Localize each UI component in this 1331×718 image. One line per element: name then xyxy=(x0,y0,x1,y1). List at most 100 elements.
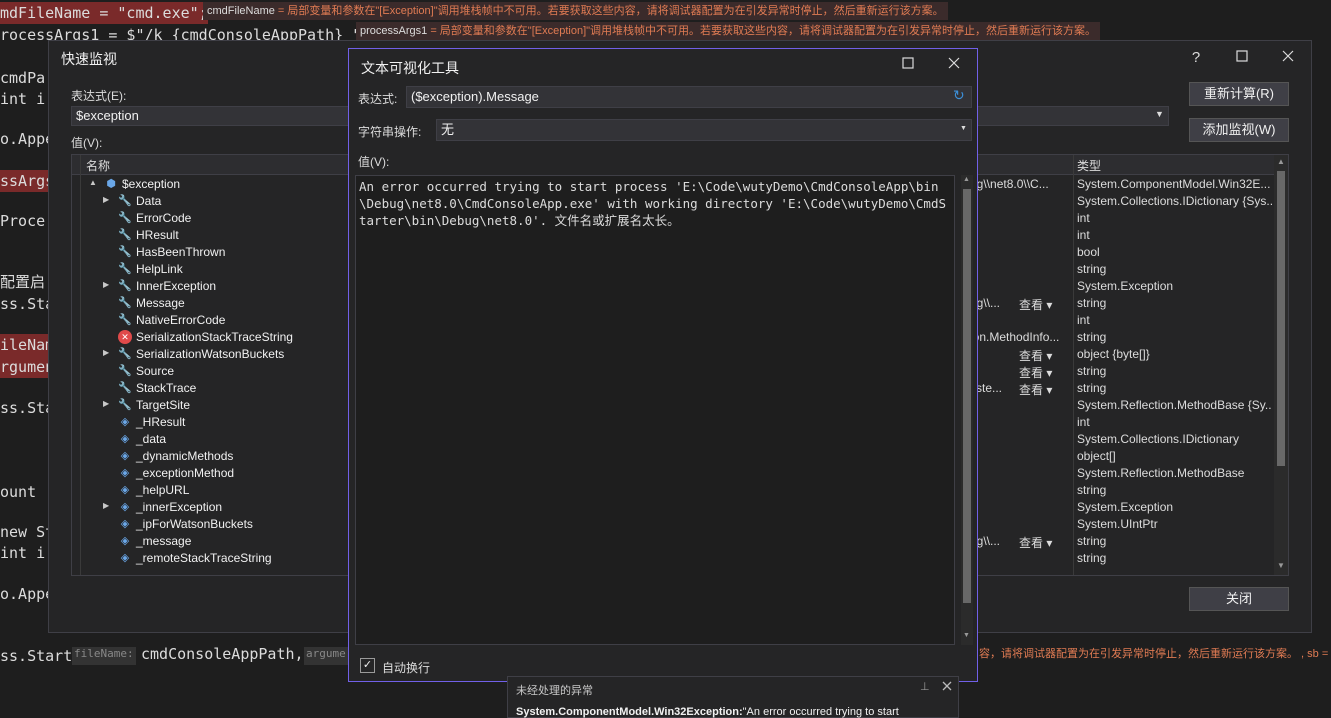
datatip-message: = 局部变量和参数在"[Exception]"调用堆栈帧中不可用。若要获取这些内… xyxy=(277,5,944,17)
view-visualizer-button[interactable]: 查看 ▾ xyxy=(1019,296,1053,313)
close-button[interactable]: 关闭 xyxy=(1189,587,1289,611)
close-icon xyxy=(948,57,960,69)
row-type: int xyxy=(1077,313,1090,327)
chevron-down-icon[interactable]: ▼ xyxy=(960,125,967,132)
code-argument: cmdConsoleAppPath, xyxy=(141,645,304,663)
column-header-type[interactable]: 类型 xyxy=(1077,157,1101,174)
row-name: NativeErrorCode xyxy=(136,313,226,327)
word-wrap-checkbox[interactable]: ✓ xyxy=(360,658,375,673)
expression-input[interactable]: ($exception).Message xyxy=(406,86,972,108)
view-visualizer-button[interactable]: 查看 ▾ xyxy=(1019,364,1053,381)
row-type: System.Reflection.MethodBase xyxy=(1077,466,1245,480)
maximize-button[interactable] xyxy=(1231,47,1253,69)
row-type: bool xyxy=(1077,245,1100,259)
column-header-name[interactable]: 名称 xyxy=(86,157,110,174)
wrench-icon: 🔧 xyxy=(118,195,132,207)
code-line: ount xyxy=(0,483,37,501)
scrollbar-thumb[interactable] xyxy=(963,189,971,603)
row-type: string xyxy=(1077,534,1107,548)
datatip-cmdfilename[interactable]: cmdFileName = 局部变量和参数在"[Exception]"调用堆栈帧… xyxy=(203,2,948,20)
scroll-up-icon[interactable]: ▲ xyxy=(1277,157,1285,166)
scrollbar-thumb[interactable] xyxy=(1277,171,1285,466)
scroll-down-icon[interactable]: ▼ xyxy=(1277,561,1285,570)
refresh-icon[interactable]: ↻ xyxy=(953,87,965,104)
recalculate-button[interactable]: 重新计算(R) xyxy=(1189,82,1289,106)
wrench-icon: 🔧 xyxy=(118,229,132,241)
expand-arrow-icon[interactable]: ▶ xyxy=(103,195,109,204)
row-name: InnerException xyxy=(136,279,217,293)
code-line: mdFileName = "cmd.exe"; xyxy=(0,2,208,24)
help-button[interactable]: ? xyxy=(1185,47,1207,69)
wrench-lock-icon: 🔧 xyxy=(118,348,132,360)
close-icon xyxy=(1282,50,1294,62)
add-watch-button[interactable]: 添加监视(W) xyxy=(1189,118,1289,142)
row-name: ErrorCode xyxy=(136,211,192,225)
string-op-select[interactable]: 无 xyxy=(436,119,972,141)
row-type: object {byte[]} xyxy=(1077,347,1150,361)
pin-icon[interactable]: ⊥ xyxy=(920,680,930,693)
view-visualizer-button[interactable]: 查看 ▾ xyxy=(1019,381,1053,398)
row-type: System.ComponentModel.Win32E... xyxy=(1077,177,1271,191)
row-name: _innerException xyxy=(136,500,223,514)
inlay-hint-filename: fileName: xyxy=(72,647,136,665)
expand-arrow-icon[interactable]: ▶ xyxy=(103,348,109,357)
code-line: int i xyxy=(0,544,46,562)
string-op-label: 字符串操作: xyxy=(358,125,422,139)
field-lock-icon: ◈ xyxy=(120,535,130,547)
row-type: string xyxy=(1077,330,1107,344)
row-name: SerializationWatsonBuckets xyxy=(136,347,285,361)
datatip-name: processArgs1 xyxy=(360,25,428,37)
code-line: ileNam xyxy=(0,334,55,356)
expand-arrow-icon[interactable]: ▶ xyxy=(103,280,109,289)
row-name: HResult xyxy=(136,228,179,242)
close-window-button[interactable] xyxy=(1277,47,1299,69)
row-value: ion.MethodInfo... xyxy=(970,330,1060,344)
row-type: object[] xyxy=(1077,449,1116,463)
datatip-overflow: 容，请将调试器配置为在引发异常时停止，然后重新运行该方案。 , sb = xyxy=(979,648,1329,660)
code-line: new St xyxy=(0,523,55,541)
expression-label: 表达式: xyxy=(358,92,398,106)
row-name: _dynamicMethods xyxy=(136,449,234,463)
close-window-button[interactable] xyxy=(943,54,965,76)
row-type: string xyxy=(1077,483,1107,497)
expanded-arrow-icon[interactable]: ▲ xyxy=(89,178,97,187)
exception-helper: 未经处理的异常 ⊥ System.ComponentModel.Win32Exc… xyxy=(507,676,959,718)
view-visualizer-button[interactable]: 查看 ▾ xyxy=(1019,534,1053,551)
value-label: 值(V): xyxy=(358,155,390,169)
maximize-button[interactable] xyxy=(897,54,919,76)
scroll-down-icon[interactable]: ▼ xyxy=(963,632,970,639)
visualizer-scrollbar[interactable]: ▲ ▼ xyxy=(961,175,973,645)
close-icon[interactable] xyxy=(942,680,952,694)
row-type: System.Exception xyxy=(1077,500,1174,514)
wrench-icon: 🔧 xyxy=(118,365,132,377)
visualizer-text[interactable]: An error occurred trying to start proces… xyxy=(355,175,955,645)
grid-scrollbar[interactable]: ▲ ▼ xyxy=(1274,155,1288,575)
expand-arrow-icon[interactable]: ▶ xyxy=(103,501,109,510)
scroll-up-icon[interactable]: ▲ xyxy=(963,176,970,183)
row-type: System.Exception xyxy=(1077,279,1174,293)
row-value: ug\\net8.0\\C... xyxy=(970,177,1049,191)
row-type: string xyxy=(1077,364,1107,378)
row-name: _message xyxy=(136,534,192,548)
row-type: int xyxy=(1077,211,1090,225)
code-line: o.Appe xyxy=(0,130,55,148)
field-lock-icon: ◈ xyxy=(120,518,130,530)
row-name: HelpLink xyxy=(136,262,183,276)
datatip-name: cmdFileName xyxy=(207,5,275,17)
field-lock-icon: ◈ xyxy=(120,416,130,428)
maximize-icon xyxy=(902,57,914,69)
row-name: HasBeenThrown xyxy=(136,245,226,259)
row-name: _remoteStackTraceString xyxy=(136,551,272,565)
row-name: StackTrace xyxy=(136,381,197,395)
datatip-processargs1[interactable]: processArgs1 = 局部变量和参数在"[Exception]"调用堆栈… xyxy=(356,22,1101,40)
text-visualizer-dialog: 文本可视化工具 表达式: ($exception).Message ↻ 字符串操… xyxy=(348,48,978,682)
wrench-icon: 🔧 xyxy=(118,280,132,292)
row-name: TargetSite xyxy=(136,398,191,412)
expand-arrow-icon[interactable]: ▶ xyxy=(103,399,109,408)
code-line: rgumen xyxy=(0,356,55,378)
exception-helper-title: 未经处理的异常 xyxy=(516,685,593,697)
view-visualizer-button[interactable]: 查看 ▾ xyxy=(1019,347,1053,364)
chevron-down-icon[interactable]: ▼ xyxy=(1155,109,1164,119)
row-type: string xyxy=(1077,551,1107,565)
exception-text: "An error occurred trying to start xyxy=(742,706,899,718)
